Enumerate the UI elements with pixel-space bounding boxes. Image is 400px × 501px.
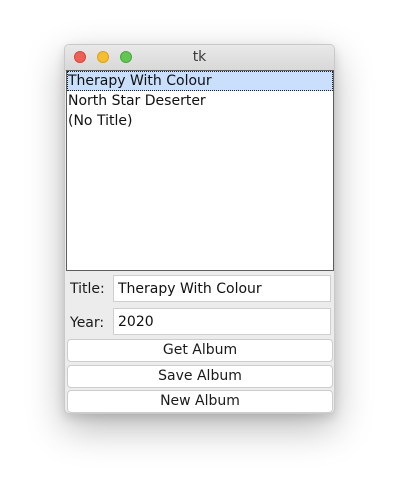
window-title: tk bbox=[192, 49, 207, 65]
new-album-button[interactable]: New Album bbox=[67, 390, 333, 413]
get-album-button[interactable]: Get Album bbox=[67, 339, 333, 362]
title-bar[interactable]: tk bbox=[65, 45, 334, 71]
album-list-item[interactable]: Therapy With Colour bbox=[67, 71, 333, 91]
album-list-item[interactable]: North Star Deserter bbox=[67, 91, 333, 111]
title-label: Title: bbox=[70, 281, 105, 297]
year-field[interactable] bbox=[113, 308, 331, 335]
album-listbox[interactable]: Therapy With Colour North Star Deserter … bbox=[66, 70, 334, 271]
title-field[interactable] bbox=[113, 275, 331, 302]
app-window: tk Therapy With Colour North Star Desert… bbox=[64, 44, 335, 414]
save-album-button[interactable]: Save Album bbox=[67, 365, 333, 388]
year-label: Year: bbox=[70, 315, 105, 331]
album-list-item[interactable]: (No Title) bbox=[67, 111, 333, 131]
